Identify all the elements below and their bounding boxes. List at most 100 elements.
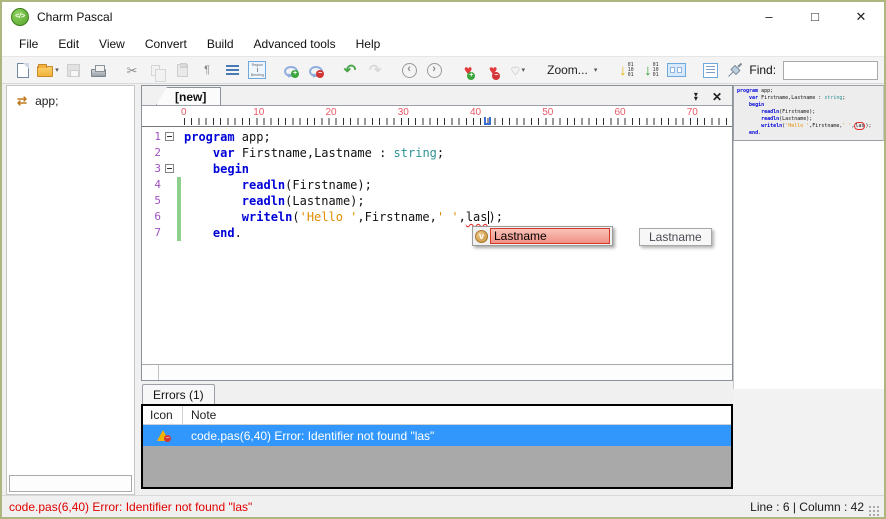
- autocomplete-popup[interactable]: v Lastname: [472, 226, 613, 246]
- ruler-number: 50: [542, 107, 553, 118]
- undo-icon: ↶: [344, 63, 357, 78]
- extract-binary-button[interactable]: ↓01 10 01: [640, 59, 662, 81]
- save-icon: [67, 64, 80, 77]
- heart-remove-icon: ♥−: [489, 63, 497, 77]
- code-lines: 1program app;2 var Firstname,Lastname : …: [142, 129, 732, 241]
- zoom-menu-button[interactable]: Zoom...▾: [541, 61, 603, 79]
- find-input[interactable]: [783, 61, 878, 80]
- new-file-button[interactable]: [12, 59, 34, 81]
- main-area: ⇄ app; [new] ▾▾ ✕ 01: [2, 84, 884, 495]
- comment-add-icon: +: [284, 66, 298, 77]
- copy-button[interactable]: [146, 59, 168, 81]
- todo-list-button[interactable]: [699, 59, 721, 81]
- resize-grip[interactable]: [869, 506, 880, 517]
- pilcrow-icon: ¶: [204, 64, 210, 76]
- editor-block: [new] ▾▾ ✕ 010203040506070 1program app;…: [141, 85, 733, 381]
- print-icon: [91, 69, 106, 77]
- autocomplete-selected-item[interactable]: Lastname: [490, 228, 610, 244]
- editor-column: [new] ▾▾ ✕ 010203040506070 1program app;…: [141, 85, 733, 495]
- save-button[interactable]: [62, 59, 84, 81]
- remove-favorite-button[interactable]: ♥−: [482, 59, 504, 81]
- add-favorite-button[interactable]: ♥+: [457, 59, 479, 81]
- maximize-button[interactable]: □: [792, 2, 838, 31]
- close-button[interactable]: ✕: [838, 2, 884, 31]
- show-paragraph-marks-button[interactable]: ¶: [196, 59, 218, 81]
- print-button[interactable]: [87, 59, 109, 81]
- panel-filler: [733, 389, 884, 495]
- syringe-icon: [727, 62, 743, 78]
- variable-kind-icon: v: [475, 230, 488, 243]
- remove-comment-button[interactable]: −: [305, 59, 327, 81]
- menu-item[interactable]: View: [89, 34, 135, 54]
- autocomplete-tooltip: Lastname: [639, 228, 712, 246]
- column-header-icon[interactable]: Icon: [143, 406, 183, 424]
- editor-horizontal-scrollbar[interactable]: [142, 364, 732, 380]
- minimap-panel: program app; var Firstname,Lastname : st…: [733, 85, 884, 495]
- add-comment-button[interactable]: +: [280, 59, 302, 81]
- title-bar: </> Charm Pascal – □ ✕: [2, 2, 884, 31]
- status-error-message: code.pas(6,40) Error: Identifier not fou…: [9, 500, 252, 514]
- menu-item[interactable]: Convert: [135, 34, 197, 54]
- code-line: program app;: [737, 88, 883, 95]
- ruler-number: 0: [181, 107, 187, 118]
- console-panel-button[interactable]: [665, 59, 687, 81]
- menu-item[interactable]: File: [9, 34, 48, 54]
- warning-icon: [157, 430, 169, 441]
- close-tab-icon[interactable]: ✕: [712, 92, 722, 102]
- tab-errors[interactable]: Errors (1): [142, 384, 215, 404]
- zoom-label: Zoom...: [547, 63, 588, 77]
- code-line: 5 readln(Lastname);: [142, 193, 732, 209]
- heart-add-icon: ♥+: [464, 63, 472, 77]
- code-line: end.: [737, 130, 883, 137]
- format-lines-icon: [226, 65, 239, 76]
- todo-list-icon: [703, 63, 718, 78]
- window-title: Charm Pascal: [37, 10, 112, 24]
- tree-item-app[interactable]: ⇄ app;: [7, 86, 134, 112]
- status-bar: code.pas(6,40) Error: Identifier not fou…: [2, 495, 884, 517]
- code-line: 6 writeln('Hello ',Firstname,' ',las);: [142, 209, 732, 225]
- tab-new[interactable]: [new]: [156, 87, 221, 105]
- code-line: writeln('Hello ',Firstname,' ',las);: [737, 123, 883, 130]
- ruler-number: 70: [687, 107, 698, 118]
- menu-item[interactable]: Build: [197, 34, 244, 54]
- cut-button[interactable]: ✂: [121, 59, 143, 81]
- code-line: begin: [737, 102, 883, 109]
- format-lines-button[interactable]: [221, 59, 243, 81]
- code-line: 2 var Firstname,Lastname : string;: [142, 145, 732, 161]
- console-panel-icon: [667, 63, 686, 77]
- sidebar-horizontal-scrollbar[interactable]: [9, 475, 132, 492]
- code-line: 1program app;: [142, 129, 732, 145]
- back-icon: ‹: [402, 63, 417, 78]
- region-fold-button[interactable]: RegionBending: [246, 59, 268, 81]
- menu-item[interactable]: Edit: [48, 34, 89, 54]
- code-minimap[interactable]: program app; var Firstname,Lastname : st…: [733, 85, 884, 141]
- project-tree: ⇄ app;: [7, 86, 134, 112]
- paste-button[interactable]: [171, 59, 193, 81]
- navigate-back-button[interactable]: ‹: [398, 59, 420, 81]
- column-header-note[interactable]: Note: [183, 408, 216, 422]
- errors-rows: code.pas(6,40) Error: Identifier not fou…: [143, 425, 731, 446]
- open-folder-icon: [37, 66, 53, 77]
- redo-button[interactable]: ↷: [364, 59, 386, 81]
- scrollbar-corner: [142, 365, 159, 380]
- inject-button[interactable]: [724, 59, 746, 81]
- binary-download-yellow-icon: ↓01 10 01: [619, 63, 634, 78]
- ruler-ticks: [184, 118, 730, 125]
- project-sidebar: ⇄ app;: [6, 85, 135, 495]
- cut-icon: ✂: [127, 64, 138, 77]
- menu-bar: FileEditViewConvertBuildAdvanced toolsHe…: [2, 31, 884, 56]
- insert-binary-button[interactable]: ↓01 10 01: [615, 59, 637, 81]
- cursor-column-marker: [484, 117, 491, 125]
- ruler-number: 30: [398, 107, 409, 118]
- navigate-forward-button[interactable]: ›: [423, 59, 445, 81]
- minimize-button[interactable]: –: [746, 2, 792, 31]
- open-file-button[interactable]: ▾: [37, 59, 59, 81]
- favorites-menu-button[interactable]: ♥▾: [507, 59, 529, 81]
- code-editor[interactable]: 1program app;2 var Firstname,Lastname : …: [142, 127, 732, 364]
- error-row[interactable]: code.pas(6,40) Error: Identifier not fou…: [143, 425, 731, 446]
- undo-button[interactable]: ↶: [339, 59, 361, 81]
- copy-icon: [151, 65, 160, 76]
- tab-list-dropdown-icon[interactable]: ▾▾: [694, 93, 698, 101]
- menu-item[interactable]: Help: [346, 34, 391, 54]
- menu-item[interactable]: Advanced tools: [244, 34, 346, 54]
